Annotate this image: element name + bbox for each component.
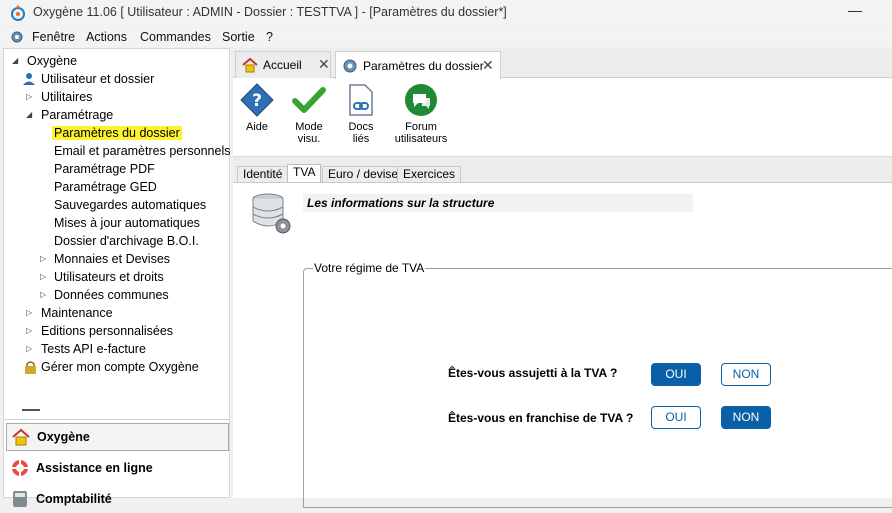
tab-parametres-dossier[interactable]: Paramètres du dossier ✕ <box>335 51 501 79</box>
tree-item-parametres-dossier[interactable]: Paramètres du dossier <box>52 124 182 142</box>
tree-root[interactable]: ◢ Oxygène <box>12 52 77 70</box>
checkmark-icon <box>292 87 326 113</box>
panel-divider <box>4 419 229 420</box>
collapsed-arrow-icon[interactable]: ▷ <box>26 88 32 106</box>
tree-item-donnees-communes[interactable]: ▷ Données communes <box>40 286 169 304</box>
tree-item-mises-a-jour[interactable]: Mises à jour automatiques <box>54 214 200 232</box>
user-icon <box>23 73 35 85</box>
tree-item-editions-personnalisees[interactable]: ▷ Editions personnalisées <box>26 322 173 340</box>
collapsed-arrow-icon[interactable]: ▷ <box>40 286 46 304</box>
collapsed-arrow-icon[interactable]: ▷ <box>26 304 32 322</box>
lock-icon <box>25 361 36 374</box>
calculator-icon <box>13 491 27 507</box>
docs-lies-button[interactable]: Docs liés <box>337 83 385 145</box>
gear-icon <box>343 59 357 72</box>
expanded-arrow-icon[interactable]: ◢ <box>26 106 32 124</box>
chat-bubble-icon <box>405 84 437 116</box>
app-logo-icon <box>11 5 25 21</box>
menu-commandes[interactable]: Commandes <box>140 30 211 44</box>
tree-item-utilitaires[interactable]: ▷ Utilitaires <box>26 88 92 106</box>
menu-help[interactable]: ? <box>266 30 273 44</box>
panel-assistance-button[interactable]: Assistance en ligne <box>6 454 229 482</box>
forum-utilisateurs-button[interactable]: Forum utilisateurs <box>393 83 449 145</box>
tva-panel: Les informations sur la structure Votre … <box>233 182 892 508</box>
franchise-oui-button[interactable]: OUI <box>651 406 701 429</box>
tab-exercices[interactable]: Exercices <box>397 166 462 182</box>
minimize-button[interactable]: — <box>848 2 862 18</box>
pane-splitter-handle[interactable] <box>22 409 40 411</box>
info-title: Les informations sur la structure <box>303 194 693 212</box>
title-bar: Oxygène 11.06 [ Utilisateur : ADMIN - Do… <box>0 0 892 26</box>
aide-button[interactable]: ? Aide <box>233 83 281 133</box>
help-diamond-icon: ? <box>240 83 274 117</box>
collapsed-arrow-icon[interactable]: ▷ <box>40 250 46 268</box>
home-icon <box>242 57 258 73</box>
tree-item-parametrage[interactable]: ◢ Paramétrage <box>26 106 113 124</box>
tree-item-maintenance[interactable]: ▷ Maintenance <box>26 304 113 322</box>
mode-visu-button[interactable]: Mode visu. <box>285 83 333 145</box>
tab-identite[interactable]: Identité <box>237 166 289 182</box>
regime-tva-legend: Votre régime de TVA <box>313 261 426 275</box>
tree-item-utilisateurs-droits[interactable]: ▷ Utilisateurs et droits <box>40 268 164 286</box>
menu-sortie[interactable]: Sortie <box>222 30 255 44</box>
gear-icon[interactable] <box>9 29 25 45</box>
svg-text:?: ? <box>252 91 262 111</box>
main-area: Accueil ✕ Paramètres du dossier ✕ ? Aide… <box>233 48 892 508</box>
panel-oxygene-button[interactable]: Oxygène <box>6 423 229 451</box>
lifebuoy-icon <box>12 460 28 476</box>
tree-item-tests-api[interactable]: ▷ Tests API e-facture <box>26 340 146 358</box>
collapsed-arrow-icon[interactable]: ▷ <box>26 340 32 358</box>
menu-actions[interactable]: Actions <box>86 30 127 44</box>
franchise-non-button[interactable]: NON <box>721 406 771 429</box>
tree-item-email-parametres[interactable]: Email et paramètres personnels <box>54 142 230 160</box>
menu-fenetre[interactable]: Fenêtre <box>32 30 75 44</box>
window-title: Oxygène 11.06 [ Utilisateur : ADMIN - Do… <box>33 5 507 19</box>
assujetti-non-button[interactable]: NON <box>721 363 771 386</box>
tree-item-gerer-compte[interactable]: Gérer mon compte Oxygène <box>24 358 199 376</box>
question-assujetti: Êtes-vous assujetti à la TVA ? <box>448 366 618 380</box>
tree-item-dossier-archivage[interactable]: Dossier d'archivage B.O.I. <box>54 232 199 250</box>
expanded-arrow-icon[interactable]: ◢ <box>12 52 18 70</box>
linked-documents-icon <box>349 84 373 116</box>
tab-accueil[interactable]: Accueil ✕ <box>235 51 331 78</box>
tree-item-monnaies-devises[interactable]: ▷ Monnaies et Devises <box>40 250 170 268</box>
tree-item-sauvegardes[interactable]: Sauvegardes automatiques <box>54 196 206 214</box>
tab-euro-devise[interactable]: Euro / devise <box>322 166 405 182</box>
menu-bar: Fenêtre Actions Commandes Sortie ? <box>0 27 892 47</box>
assujetti-oui-button[interactable]: OUI <box>651 363 701 386</box>
question-franchise: Êtes-vous en franchise de TVA ? <box>448 411 634 425</box>
collapsed-arrow-icon[interactable]: ▷ <box>26 322 32 340</box>
close-tab-accueil-icon[interactable]: ✕ <box>318 56 330 73</box>
tree-item-parametrage-ged[interactable]: Paramétrage GED <box>54 178 157 196</box>
tab-tva[interactable]: TVA <box>287 164 322 182</box>
close-tab-parametres-icon[interactable]: ✕ <box>482 57 494 74</box>
collapsed-arrow-icon[interactable]: ▷ <box>40 268 46 286</box>
navigation-tree: ◢ Oxygène Utilisateur et dossier ▷ Utili… <box>3 48 230 507</box>
toolbar: ? Aide Mode visu. Docs liés Forum utilis… <box>233 79 892 157</box>
panel-comptabilite-button[interactable]: Comptabilité <box>6 485 229 513</box>
database-settings-icon <box>252 193 291 234</box>
document-tab-strip: Accueil ✕ Paramètres du dossier ✕ <box>233 48 892 79</box>
tree-item-utilisateur-dossier[interactable]: Utilisateur et dossier <box>22 70 154 88</box>
tree-item-parametrage-pdf[interactable]: Paramétrage PDF <box>54 160 155 178</box>
regime-tva-group <box>303 268 892 508</box>
home-icon <box>12 428 30 446</box>
